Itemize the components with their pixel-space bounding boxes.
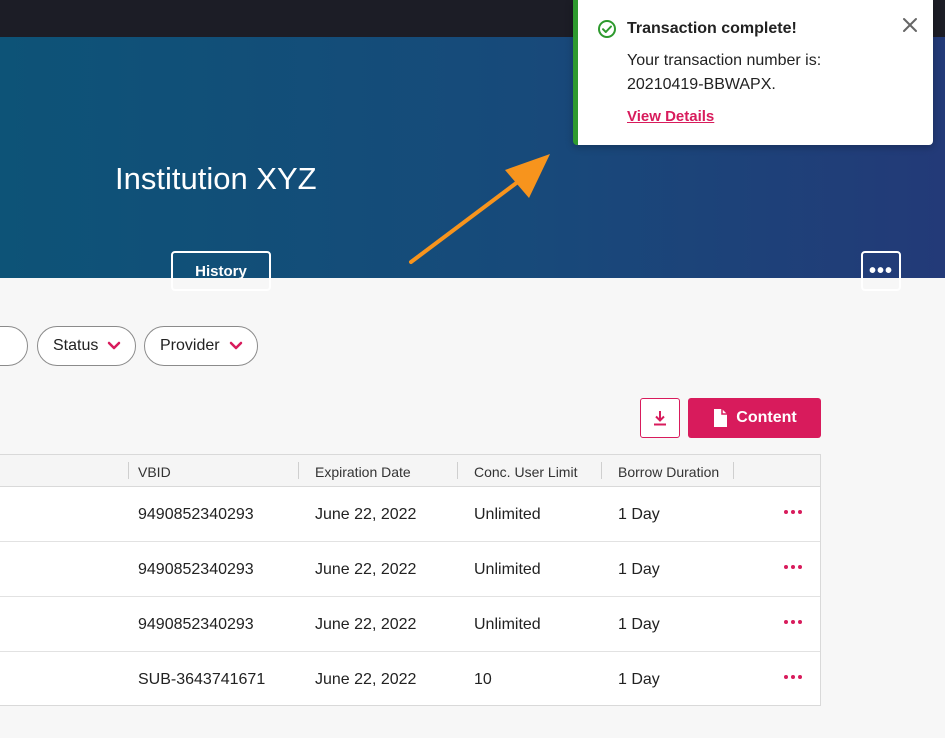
table-row[interactable]: 9490852340293 June 22, 2022 Unlimited 1 … (0, 597, 820, 652)
chevron-down-icon (108, 341, 121, 350)
cell-vbid: 9490852340293 (138, 561, 254, 578)
row-more-button[interactable] (782, 667, 804, 687)
cell-user-limit: Unlimited (474, 506, 541, 523)
column-divider (601, 462, 602, 479)
toast-message: Your transaction number is: (627, 52, 822, 69)
toast-title: Transaction complete! (627, 20, 797, 37)
filter-provider-label: Provider (160, 337, 220, 354)
column-header-borrow-duration[interactable]: Borrow Duration (618, 464, 719, 480)
more-horizontal-icon (784, 510, 802, 514)
history-button[interactable]: History (171, 251, 271, 291)
cell-expiration: June 22, 2022 (315, 561, 417, 578)
filter-provider[interactable]: Provider (144, 326, 258, 366)
content-button-label: Content (736, 409, 797, 426)
more-horizontal-icon: ••• (868, 259, 893, 282)
chevron-down-icon (229, 341, 242, 350)
row-more-button[interactable] (782, 502, 804, 522)
table-header: VBID Expiration Date Conc. User Limit Bo… (0, 455, 820, 487)
filter-status[interactable]: Status (37, 326, 137, 366)
header-more-button[interactable]: ••• (861, 251, 901, 291)
cell-vbid: 9490852340293 (138, 616, 254, 633)
more-horizontal-icon (784, 620, 802, 624)
column-divider (128, 462, 129, 479)
more-horizontal-icon (784, 565, 802, 569)
cell-user-limit: Unlimited (474, 616, 541, 633)
cell-user-limit: Unlimited (474, 561, 541, 578)
filter-pill-truncated[interactable] (0, 326, 28, 366)
cell-vbid: SUB-3643741671 (138, 671, 266, 688)
view-details-link[interactable]: View Details (627, 108, 714, 125)
transaction-number: 20210419-BBWAPX. (627, 76, 776, 93)
check-circle-icon (598, 20, 616, 38)
add-content-button[interactable]: Content (688, 398, 821, 438)
table-row[interactable]: 9490852340293 June 22, 2022 Unlimited 1 … (0, 542, 820, 597)
cell-user-limit: 10 (474, 671, 492, 688)
annotation-arrow (409, 154, 550, 264)
filter-status-label: Status (53, 337, 99, 354)
column-divider (457, 462, 458, 479)
download-icon (654, 411, 666, 426)
row-more-button[interactable] (782, 557, 804, 577)
cell-borrow-duration: 1 Day (618, 671, 660, 688)
cell-expiration: June 22, 2022 (315, 506, 417, 523)
success-toast: Transaction complete! Your transaction n… (573, 0, 933, 145)
table-row[interactable]: SUB-3643741671 June 22, 2022 10 1 Day (0, 652, 820, 707)
cell-expiration: June 22, 2022 (315, 616, 417, 633)
table-row[interactable]: 9490852340293 June 22, 2022 Unlimited 1 … (0, 487, 820, 542)
close-icon[interactable] (901, 16, 919, 34)
download-button[interactable] (640, 398, 680, 438)
cell-borrow-duration: 1 Day (618, 561, 660, 578)
cell-expiration: June 22, 2022 (315, 671, 417, 688)
column-header-user-limit[interactable]: Conc. User Limit (474, 464, 577, 480)
cell-vbid: 9490852340293 (138, 506, 254, 523)
more-horizontal-icon (784, 675, 802, 679)
column-divider (298, 462, 299, 479)
column-header-vbid[interactable]: VBID (138, 464, 171, 480)
row-more-button[interactable] (782, 612, 804, 632)
cell-borrow-duration: 1 Day (618, 506, 660, 523)
column-divider (733, 462, 734, 479)
document-icon (714, 409, 728, 427)
cell-borrow-duration: 1 Day (618, 616, 660, 633)
content-table: VBID Expiration Date Conc. User Limit Bo… (0, 454, 821, 706)
column-header-expiration[interactable]: Expiration Date (315, 464, 411, 480)
page-title: Institution XYZ (115, 161, 317, 196)
